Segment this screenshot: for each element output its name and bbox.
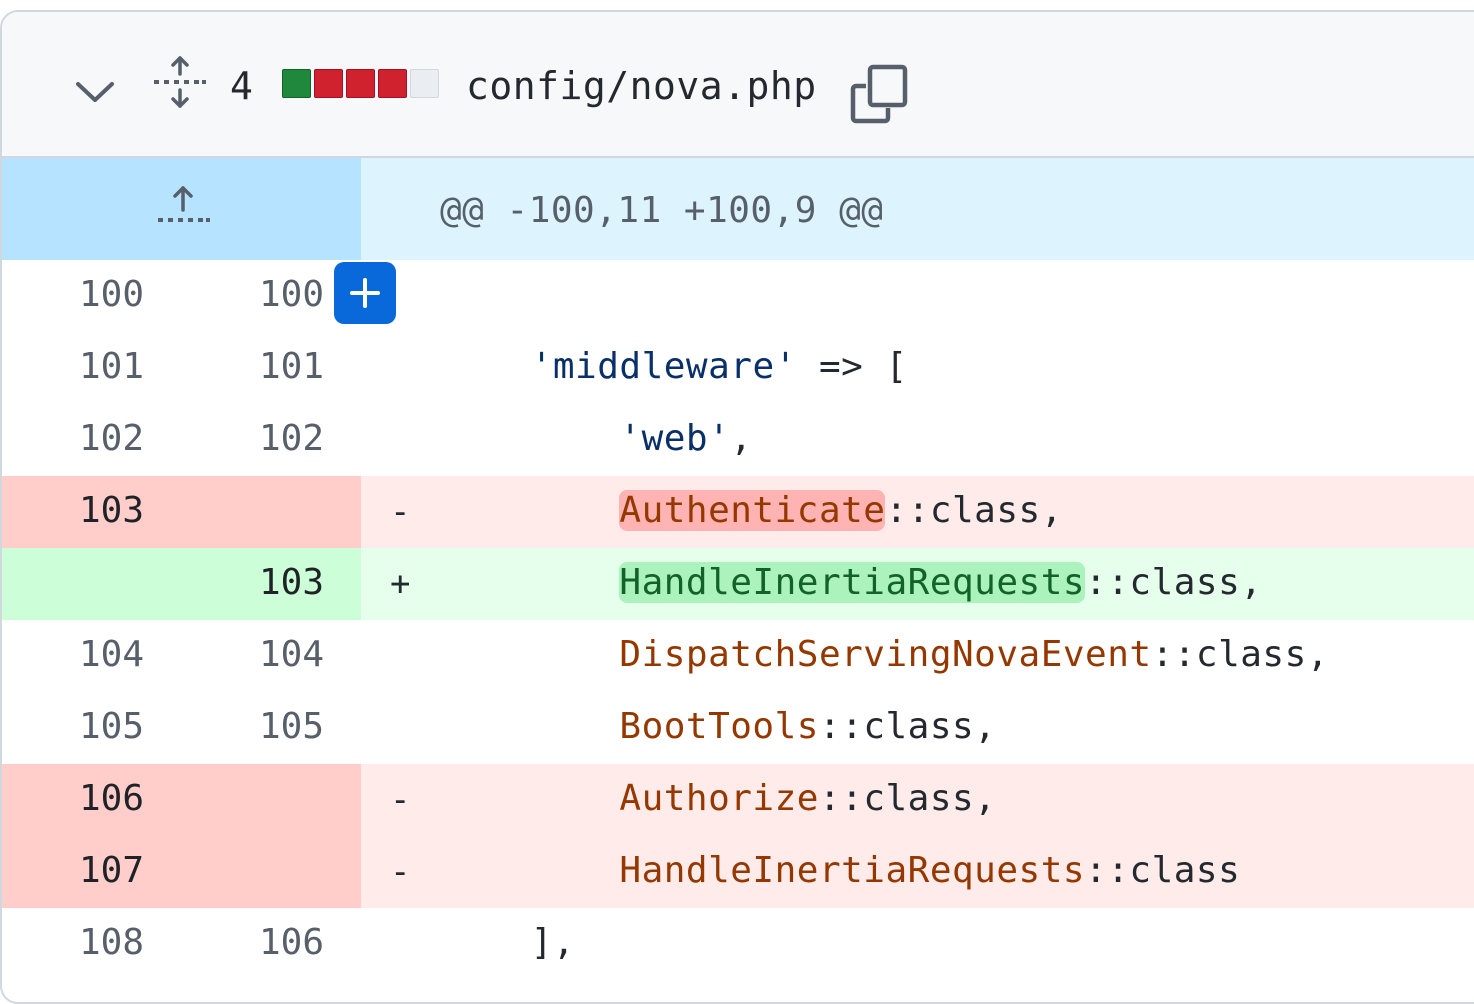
code-token: ::class, bbox=[885, 490, 1063, 531]
diff-line-del: 107 - HandleInertiaRequests::class bbox=[2, 836, 1474, 908]
unfold-icon[interactable] bbox=[152, 52, 208, 112]
code-token: , bbox=[730, 418, 753, 459]
new-line-number[interactable]: 103 bbox=[214, 562, 324, 603]
code-token: => [ bbox=[796, 346, 908, 387]
code-token: ::class bbox=[1085, 850, 1241, 891]
diffstat-bar bbox=[282, 69, 439, 98]
chevron-down-icon[interactable] bbox=[72, 68, 118, 114]
new-line-number[interactable]: 102 bbox=[214, 418, 324, 459]
line-gutter: 103 bbox=[2, 548, 361, 620]
code-token: ::class, bbox=[1151, 634, 1329, 675]
code-line: 'middleware' => [ bbox=[442, 346, 908, 387]
code-line: DispatchServingNovaEvent::class, bbox=[442, 634, 1329, 675]
diffstat-block-del bbox=[314, 69, 343, 98]
diff-line-context: 104 104 DispatchServingNovaEvent::class, bbox=[2, 620, 1474, 692]
old-line-number[interactable]: 107 bbox=[34, 850, 144, 891]
new-line-number[interactable]: 100 bbox=[214, 274, 324, 315]
line-gutter: 102 102 bbox=[2, 404, 361, 476]
diff-line-del: 103 - Authenticate::class, bbox=[2, 476, 1474, 548]
diff-line-context: 101 101 'middleware' => [ bbox=[2, 332, 1474, 404]
code-line: 'web', bbox=[442, 418, 752, 459]
code-line: HandleInertiaRequests::class, bbox=[442, 562, 1262, 603]
diff-marker: - bbox=[390, 492, 411, 532]
new-line-number[interactable]: 106 bbox=[214, 922, 324, 963]
diff-line-del: 106 - Authorize::class, bbox=[2, 764, 1474, 836]
code-line: HandleInertiaRequests::class bbox=[442, 850, 1240, 891]
code-token: Authenticate bbox=[619, 490, 886, 531]
diff-line-add: 103 + HandleInertiaRequests::class, bbox=[2, 548, 1474, 620]
code-token: ::class, bbox=[1085, 562, 1263, 603]
new-line-number[interactable]: 101 bbox=[214, 346, 324, 387]
diffstat-block-del bbox=[346, 69, 375, 98]
code-token: ], bbox=[530, 922, 576, 963]
old-line-number[interactable]: 104 bbox=[34, 634, 144, 675]
old-line-number[interactable]: 103 bbox=[34, 490, 144, 531]
diffstat-block-add bbox=[282, 69, 311, 98]
fold-up-icon[interactable] bbox=[152, 182, 214, 232]
line-gutter: 100 100 bbox=[2, 260, 361, 332]
diff-file: 4 config/nova.php @@ -100,11 +100,9 @@ 1… bbox=[0, 10, 1474, 1004]
code-token: DispatchServingNovaEvent bbox=[619, 634, 1152, 675]
diff-marker: + bbox=[390, 564, 411, 604]
code-line: Authorize::class, bbox=[442, 778, 996, 819]
new-line-number[interactable]: 105 bbox=[214, 706, 324, 747]
code-line: ], bbox=[442, 922, 575, 963]
diff-line-context: 105 105 BootTools::class, bbox=[2, 692, 1474, 764]
diff-marker: - bbox=[390, 852, 411, 892]
hunk-gutter bbox=[2, 158, 361, 260]
old-line-number[interactable]: 106 bbox=[34, 778, 144, 819]
line-gutter: 103 bbox=[2, 476, 361, 548]
diff-line-context: 102 102 'web', bbox=[2, 404, 1474, 476]
line-gutter: 104 104 bbox=[2, 620, 361, 692]
diff-marker: - bbox=[390, 780, 411, 820]
code-token: 'middleware' bbox=[530, 346, 797, 387]
line-gutter: 105 105 bbox=[2, 692, 361, 764]
old-line-number[interactable]: 101 bbox=[34, 346, 144, 387]
diffstat-block-del bbox=[378, 69, 407, 98]
hunk-header-row: @@ -100,11 +100,9 @@ bbox=[2, 158, 1474, 260]
plus-icon bbox=[350, 278, 380, 308]
code-token: BootTools bbox=[619, 706, 819, 747]
new-line-number[interactable]: 104 bbox=[214, 634, 324, 675]
code-token: Authorize bbox=[619, 778, 819, 819]
line-gutter: 101 101 bbox=[2, 332, 361, 404]
line-gutter: 107 bbox=[2, 836, 361, 908]
hunk-header: @@ -100,11 +100,9 @@ bbox=[440, 190, 884, 231]
line-gutter: 106 bbox=[2, 764, 361, 836]
copy-icon[interactable] bbox=[848, 62, 912, 126]
diff-line-context: 100 100 bbox=[2, 260, 1474, 332]
line-gutter: 108 106 bbox=[2, 908, 361, 980]
code-line: BootTools::class, bbox=[442, 706, 996, 747]
code-token: 'web' bbox=[619, 418, 731, 459]
old-line-number[interactable]: 102 bbox=[34, 418, 144, 459]
code-token: ::class, bbox=[818, 706, 997, 747]
code-token: HandleInertiaRequests bbox=[619, 562, 1086, 603]
code-token: HandleInertiaRequests bbox=[619, 850, 1086, 891]
changes-count: 4 bbox=[230, 64, 253, 108]
old-line-number[interactable]: 108 bbox=[34, 922, 144, 963]
file-header: 4 config/nova.php bbox=[2, 12, 1474, 159]
add-comment-button[interactable] bbox=[334, 262, 396, 324]
diff-line-context: 108 106 ], bbox=[2, 908, 1474, 980]
old-line-number[interactable]: 100 bbox=[34, 274, 144, 315]
diff-table: @@ -100,11 +100,9 @@ 100 100 101 101 'middl… bbox=[2, 158, 1474, 980]
old-line-number[interactable]: 105 bbox=[34, 706, 144, 747]
file-name[interactable]: config/nova.php bbox=[466, 64, 817, 108]
diffstat-block-neutral bbox=[410, 69, 439, 98]
code-token: ::class, bbox=[818, 778, 997, 819]
code-line: Authenticate::class, bbox=[442, 490, 1063, 531]
